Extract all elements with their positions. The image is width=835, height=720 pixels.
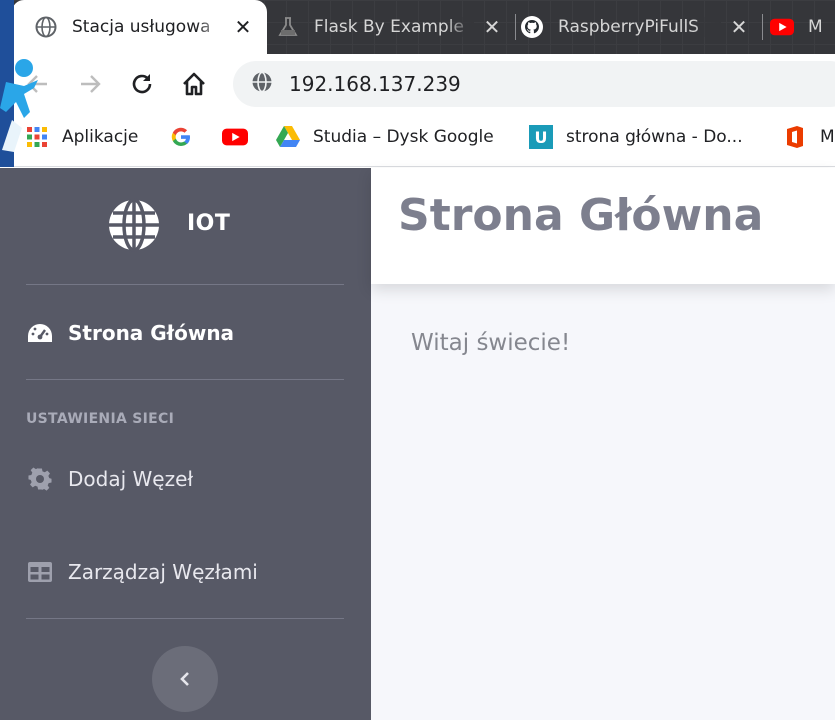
sidebar-collapse-button[interactable] xyxy=(152,646,218,712)
sidebar-item-zarzadzaj-wezlami[interactable]: Zarządzaj Węzłami xyxy=(26,552,344,592)
bookmarks-bar: Aplikacje Studia – Dysk Google U strona … xyxy=(0,112,835,167)
site-info-icon[interactable] xyxy=(251,71,273,98)
tab-title: Flask By Example xyxy=(314,17,474,37)
url-text: 192.168.137.239 xyxy=(289,72,461,96)
youtube-icon xyxy=(770,15,794,39)
chevron-left-icon xyxy=(180,672,189,686)
bookmark-label: M xyxy=(820,127,835,147)
page-title: Strona Główna xyxy=(398,190,764,241)
sidebar: IOT Strona Główna USTAWIENIA SIECI Dodaj… xyxy=(0,168,371,720)
sidebar-item-label: Zarządzaj Węzłami xyxy=(68,560,258,584)
bookmark-google[interactable] xyxy=(168,112,206,162)
tab-separator xyxy=(515,14,516,40)
github-icon xyxy=(520,15,544,39)
brand[interactable]: IOT xyxy=(0,168,371,284)
wallpaper-figure xyxy=(0,59,38,152)
section-heading: USTAWIENIA SIECI xyxy=(26,411,175,427)
tab-separator xyxy=(762,14,763,40)
topbar: Strona Główna xyxy=(371,168,835,284)
tab-youtube[interactable]: M xyxy=(770,0,835,54)
tab-title: M xyxy=(808,17,835,37)
sidebar-item-label: Strona Główna xyxy=(68,321,235,345)
svg-text:U: U xyxy=(535,128,548,147)
close-tab-icon[interactable]: ✕ xyxy=(233,15,253,39)
tab-flask-by-example[interactable]: Flask By Example ✕ xyxy=(276,0,516,54)
bookmark-studia-dysk[interactable]: Studia – Dysk Google xyxy=(275,112,494,162)
forward-button[interactable] xyxy=(72,66,108,102)
bookmark-office[interactable]: M xyxy=(782,112,835,162)
dashboard-gauge-icon xyxy=(26,319,54,347)
address-bar[interactable]: 192.168.137.239 xyxy=(233,61,835,107)
bookmark-label: strona główna - Do... xyxy=(566,127,743,147)
brand-text: IOT xyxy=(187,211,231,236)
welcome-text: Witaj świecie! xyxy=(411,330,571,356)
google-drive-icon xyxy=(275,124,301,150)
u-icon: U xyxy=(528,124,554,150)
youtube-icon xyxy=(222,124,248,150)
reload-button[interactable] xyxy=(124,66,160,102)
google-icon xyxy=(168,124,194,150)
gear-icon xyxy=(26,465,54,493)
browser-tab-strip: Stacja usługowa ✕ Flask By Example ✕ Ras… xyxy=(0,0,835,54)
sidebar-divider xyxy=(26,379,344,380)
bookmark-strona-glowna[interactable]: U strona główna - Do... xyxy=(528,112,743,162)
sidebar-item-label: Dodaj Węzeł xyxy=(68,467,194,491)
close-tab-icon[interactable]: ✕ xyxy=(482,15,502,39)
close-tab-icon[interactable]: ✕ xyxy=(729,15,749,39)
office-icon xyxy=(782,124,808,150)
globe-icon xyxy=(109,198,159,252)
sidebar-divider xyxy=(26,618,344,619)
flask-icon xyxy=(276,15,300,39)
sidebar-item-strona-glowna[interactable]: Strona Główna xyxy=(26,313,344,353)
sidebar-divider xyxy=(26,284,344,285)
home-button[interactable] xyxy=(176,66,212,102)
bookmark-youtube[interactable] xyxy=(222,112,260,162)
browser-toolbar: 192.168.137.239 xyxy=(0,54,835,112)
table-icon xyxy=(26,558,54,586)
globe-icon xyxy=(34,15,58,39)
sidebar-item-dodaj-wezel[interactable]: Dodaj Węzeł xyxy=(26,459,344,499)
main-content: Witaj świecie! xyxy=(371,284,835,720)
tab-title: Stacja usługowa xyxy=(72,17,225,37)
bookmark-label: Studia – Dysk Google xyxy=(313,127,494,147)
tab-title: RaspberryPiFullS xyxy=(558,17,721,37)
bookmark-label: Aplikacje xyxy=(62,127,139,147)
tab-raspberrypi[interactable]: RaspberryPiFullS ✕ xyxy=(520,0,763,54)
tab-stacja-uslugowa[interactable]: Stacja usługowa ✕ xyxy=(12,0,267,54)
